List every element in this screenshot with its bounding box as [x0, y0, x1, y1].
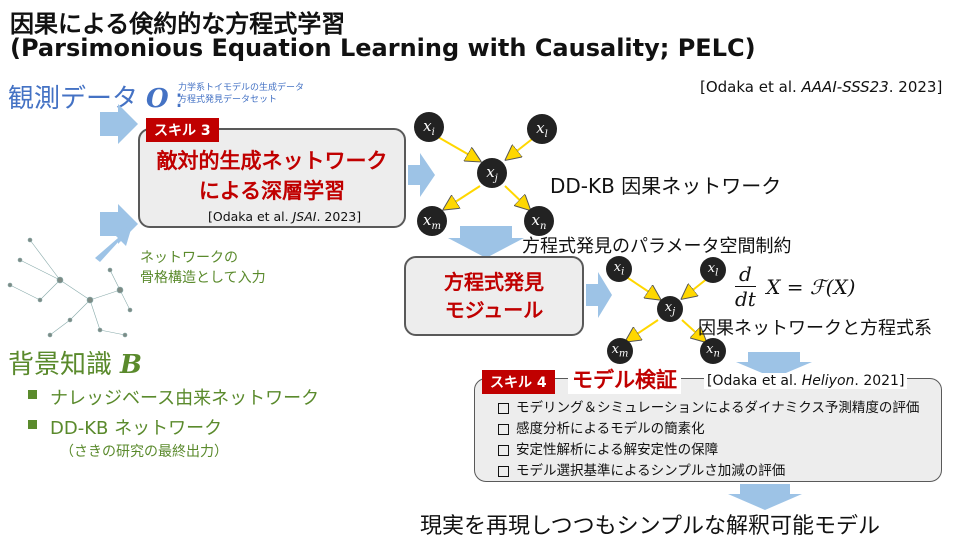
- arrow-skill3-to-network: [408, 153, 435, 197]
- skill4-item-sensitivity: 感度分析によるモデルの簡素化: [498, 419, 919, 440]
- network1-node-xm: xm: [417, 206, 447, 236]
- background-item-ddkb: DD-KB ネットワーク: [28, 414, 319, 444]
- background-symbol: B: [120, 350, 142, 380]
- param-constraint-label: 方程式発見のパラメータ空間制約: [522, 236, 792, 257]
- skill4-badge: スキル 4: [482, 370, 555, 394]
- equation: d dt X = ℱ(X): [735, 262, 856, 311]
- skill4-item-stability: 安定性解析による解安定性の保障: [498, 440, 919, 461]
- network2-node-xl: xl: [700, 257, 726, 283]
- arrow-module-to-network2: [586, 272, 612, 318]
- skill4-list: モデリング＆シミュレーションによるダイナミクス予測精度の評価 感度分析によるモデ…: [498, 398, 919, 482]
- skill4-citation: [Odaka et al. Heliyon. 2021]: [704, 373, 908, 389]
- background-sub: （さきの研究の最終出力）: [60, 444, 228, 460]
- skill4-title: モデル検証: [568, 364, 681, 394]
- equation-module-title: 方程式発見 モジュール: [444, 270, 544, 322]
- network2-node-xi: xi: [606, 256, 632, 282]
- network2-node-xn: xn: [700, 338, 726, 364]
- ddkb-network-label: DD-KB 因果ネットワーク: [550, 174, 782, 198]
- arrow-down-to-conclusion: [728, 484, 802, 510]
- conclusion: 現実を再現しつつもシンプルな解釈可能モデル: [420, 514, 881, 539]
- skill4-item-model-selection: モデル選択基準によるシンプルさ加減の評価: [498, 461, 919, 482]
- background-knowledge-label: 背景知識 B: [8, 350, 142, 380]
- skill3-citation: [Odaka et al. JSAI. 2023]: [208, 209, 362, 224]
- background-list: ナレッジベース由来ネットワーク DD-KB ネットワーク: [28, 384, 319, 444]
- network1-node-xj: xj: [477, 158, 507, 188]
- network-input-note: ネットワークの 骨格構造として入力: [140, 250, 266, 286]
- network1-node-xl: xl: [527, 114, 557, 144]
- causal-equation-label: 因果ネットワークと方程式系: [698, 318, 932, 339]
- network2-node-xj: xj: [657, 296, 683, 322]
- skill3-badge: スキル 3: [146, 118, 219, 142]
- network2-node-xm: xm: [607, 338, 633, 364]
- background-network-image: [7, 237, 133, 338]
- skill4-item-simulation: モデリング＆シミュレーションによるダイナミクス予測精度の評価: [498, 398, 919, 419]
- network1-node-xi: xi: [414, 112, 444, 142]
- arrow-down-to-param: [448, 226, 524, 258]
- background-item-kb: ナレッジベース由来ネットワーク: [28, 384, 319, 414]
- skill3-title: 敵対的生成ネットワーク による深層学習: [156, 149, 388, 203]
- arrow-observed-to-skill3: [100, 104, 138, 144]
